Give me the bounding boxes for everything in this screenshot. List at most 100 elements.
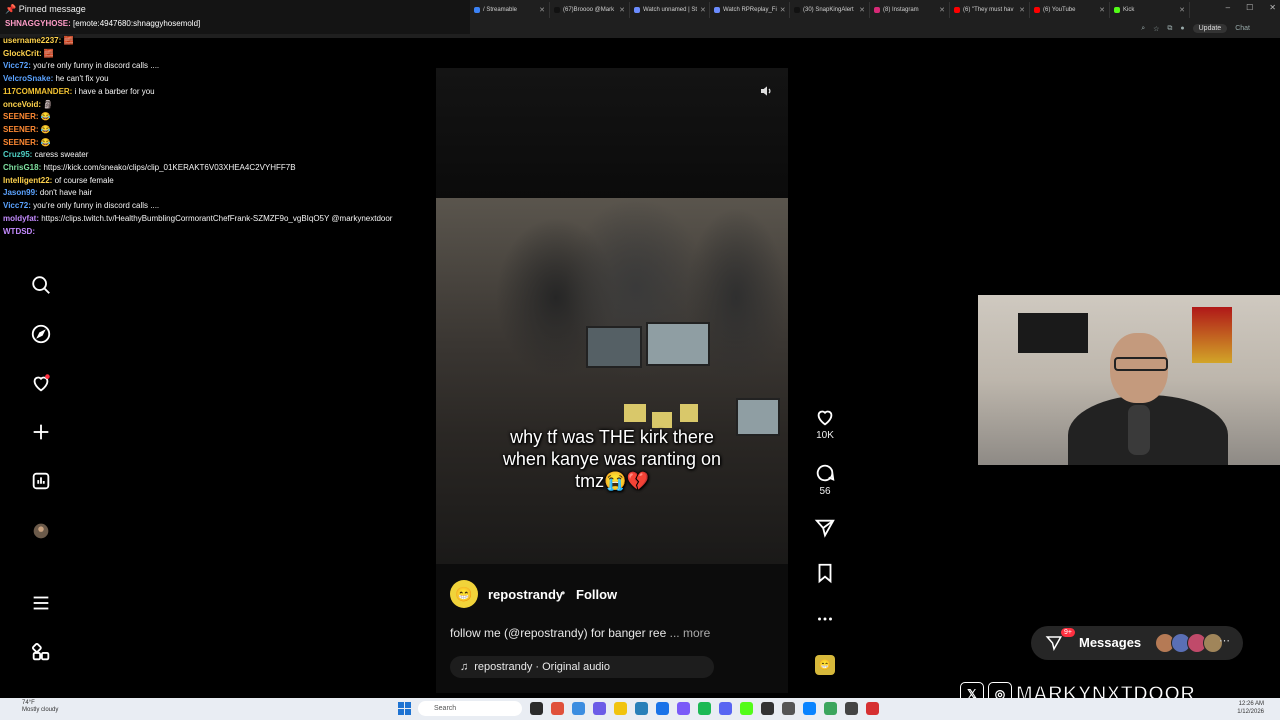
tab-favicon-icon [1114, 7, 1120, 13]
audio-thumbnail[interactable]: 😁 [815, 655, 835, 675]
audio-pill[interactable]: ♫ repostrandy · Original audio [450, 656, 714, 678]
sidebar-item-create[interactable] [28, 419, 54, 445]
caption-line: when kanye was ranting on [502, 449, 722, 469]
chat-text: i have a barber for you [74, 86, 155, 96]
zoom-icon[interactable]: ⌕ [1141, 25, 1145, 33]
tab-label: Watch unnamed | St [643, 7, 698, 13]
weather-widget[interactable]: 74°F Mostly cloudy [22, 700, 58, 714]
tab-favicon-icon [714, 7, 720, 13]
send-icon [814, 519, 835, 538]
account-name[interactable]: repostrandy [488, 587, 563, 602]
follow-button[interactable]: Follow [576, 587, 617, 602]
start-button[interactable] [398, 702, 411, 715]
close-tab-icon[interactable]: ✕ [939, 6, 945, 14]
search-icon [32, 276, 50, 294]
profile-avatar[interactable]: ● [1180, 25, 1184, 32]
more-dots-icon[interactable]: ⋯ [1219, 634, 1230, 647]
app-icon[interactable] [572, 702, 585, 715]
browser-tab[interactable]: Kick ✕ [1110, 2, 1190, 18]
close-tab-icon[interactable]: ✕ [859, 6, 865, 14]
sidebar-item-search[interactable] [28, 272, 54, 298]
minimize-icon[interactable]: – [1226, 3, 1230, 12]
streamer-webcam [978, 295, 1280, 465]
close-tab-icon[interactable]: ✕ [1019, 6, 1025, 14]
close-tab-icon[interactable]: ✕ [700, 6, 706, 14]
taskbar-search[interactable]: Search [418, 701, 522, 716]
app-icon[interactable] [845, 702, 858, 715]
folder-icon[interactable] [614, 702, 627, 715]
close-tab-icon[interactable]: ✕ [1179, 6, 1185, 14]
menu-icon [33, 596, 49, 610]
spotify-icon[interactable] [698, 702, 711, 715]
chat-text: https://clips.twitch.tv/HealthyBumblingC… [41, 213, 393, 223]
browser-tab[interactable]: (30) SnapKingAlert ✕ [790, 2, 870, 18]
comment-button[interactable]: 56 [808, 462, 842, 497]
tab-label: Watch RPReplay_Fi [723, 7, 777, 13]
chat-link[interactable]: Chat [1235, 25, 1250, 32]
tab-favicon-icon [474, 7, 480, 13]
browser-tab[interactable]: (8) Instagram ✕ [870, 2, 950, 18]
tab-favicon-icon [554, 7, 560, 13]
browser-tab[interactable]: (67)Broooo @Mark ✕ [550, 2, 630, 18]
separator-dot: • [561, 586, 566, 600]
save-button[interactable] [808, 562, 842, 584]
close-icon[interactable]: ✕ [1269, 3, 1276, 12]
share-button[interactable] [808, 517, 842, 539]
sticky-note [680, 404, 698, 422]
tv-graphic [1018, 313, 1088, 353]
discord-icon[interactable] [719, 702, 732, 715]
browser-tab[interactable]: (6) YouTube ✕ [1030, 2, 1110, 18]
browser-extensions: ⌕ ☆ ⧉ ● Update Chat [1141, 24, 1250, 33]
chrome-icon[interactable] [656, 702, 669, 715]
sidebar-item-notifications[interactable] [28, 370, 54, 396]
browser-tab[interactable]: Watch unnamed | St ✕ [630, 2, 710, 18]
app-icon[interactable] [530, 702, 543, 715]
obs-icon[interactable] [761, 702, 774, 715]
more-options-button[interactable] [808, 608, 842, 630]
bookmark-star-icon[interactable]: ☆ [1153, 25, 1159, 33]
app-icon[interactable] [635, 702, 648, 715]
sidebar-item-more[interactable] [28, 590, 54, 616]
tab-label: / Streamable [483, 7, 518, 13]
settings-icon[interactable] [782, 702, 795, 715]
tab-label: Kick [1123, 7, 1135, 13]
sidebar-item-profile[interactable] [28, 518, 54, 544]
browser-tab[interactable]: / Streamable ✕ [470, 2, 550, 18]
messages-button[interactable]: 9+ Messages ⋯ [1031, 626, 1243, 660]
update-button[interactable]: Update [1192, 24, 1228, 33]
bookmark-icon [818, 563, 832, 584]
reel-player[interactable]: why tf was THE kirk there when kanye was… [436, 68, 788, 693]
close-tab-icon[interactable]: ✕ [619, 6, 625, 14]
browser-tab[interactable]: Watch RPReplay_Fi ✕ [710, 2, 790, 18]
pinned-text: [emote:4947680:shnaggyhosemold] [73, 19, 201, 28]
mute-button[interactable] [756, 80, 778, 102]
app-icon[interactable] [551, 702, 564, 715]
close-tab-icon[interactable]: ✕ [1099, 6, 1105, 14]
app-icon[interactable] [677, 702, 690, 715]
close-tab-icon[interactable]: ✕ [539, 6, 545, 14]
pinned-message: 📌 Pinned message SHNAGGYHOSE: [emote:494… [0, 0, 470, 34]
app-icon[interactable] [824, 702, 837, 715]
reel-video[interactable]: why tf was THE kirk there when kanye was… [436, 198, 788, 564]
browser-tabs: / Streamable ✕ (67)Broooo @Mark ✕ Watch unna… [470, 2, 1190, 20]
more-link[interactable]: ... more [670, 626, 711, 640]
sidebar-item-dashboard[interactable] [28, 468, 54, 494]
dashboard-icon [32, 472, 50, 490]
like-button[interactable]: 10K [808, 406, 842, 441]
app-icon[interactable] [593, 702, 606, 715]
browser-tab[interactable]: (6) "They must hav ✕ [950, 2, 1030, 18]
taskbar-clock[interactable]: 12:26 AM 1/12/2026 [1237, 700, 1264, 716]
extensions-icon[interactable]: ⧉ [1167, 25, 1172, 33]
app-icon[interactable] [740, 702, 753, 715]
sidebar-item-also-from-meta[interactable] [28, 639, 54, 665]
poster-graphic [1192, 307, 1232, 363]
account-avatar[interactable]: 😁 [450, 580, 478, 608]
close-tab-icon[interactable]: ✕ [780, 6, 786, 14]
audio-label: repostrandy · Original audio [474, 661, 610, 673]
window-controls: – ☐ ✕ [1226, 3, 1276, 12]
tab-favicon-icon [634, 7, 640, 13]
maximize-icon[interactable]: ☐ [1246, 3, 1253, 12]
sidebar-item-explore[interactable] [28, 321, 54, 347]
app-icon[interactable] [803, 702, 816, 715]
app-icon[interactable] [866, 702, 879, 715]
